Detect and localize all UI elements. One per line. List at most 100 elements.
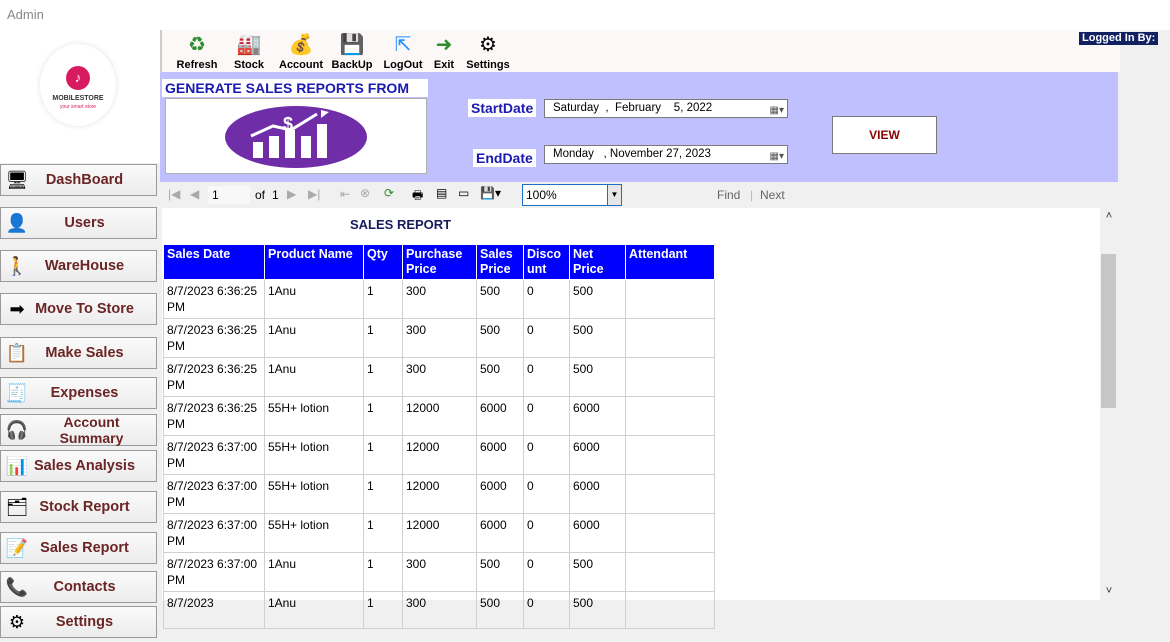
sidebar-item-make-sales[interactable]: 📋 Make Sales: [0, 337, 157, 369]
exit-button[interactable]: ➜ Exit: [429, 32, 459, 71]
sidebar-item-sales-report[interactable]: 📝 Sales Report: [0, 532, 157, 564]
logout-button[interactable]: ⇱ LogOut: [382, 32, 424, 71]
column-header: Sales Date: [163, 244, 265, 280]
sidebar-item-stock-report[interactable]: 🗂 Stock Report: [0, 491, 157, 523]
sidebar-item-label: Settings: [55, 614, 114, 630]
table-cell: 500: [476, 318, 524, 358]
next-page-icon[interactable]: ▶: [287, 187, 296, 201]
table-cell: 1Anu: [264, 279, 364, 319]
sales-report-icon: 📝: [5, 537, 29, 558]
last-page-icon[interactable]: ▶|: [308, 187, 320, 201]
sidebar-item-settings[interactable]: ⚙ Settings: [0, 606, 157, 638]
refresh-report-icon[interactable]: ⟳: [384, 186, 394, 200]
report-viewer-toolbar: [162, 182, 1118, 208]
table-cell: 8/7/2023 6:36:25 PM: [163, 396, 265, 436]
table-row: 8/7/2023 6:37:00 PM 55H+ lotion 1 12000 6000…: [163, 435, 715, 475]
backup-button[interactable]: 💾 BackUp: [331, 32, 373, 71]
view-button[interactable]: VIEW: [832, 116, 937, 154]
column-header: Purchase Price: [402, 244, 477, 280]
table-cell: 1: [363, 591, 403, 629]
start-date-picker[interactable]: Saturday , February 5, 2022 ▦▾: [544, 99, 788, 118]
settings-button[interactable]: ⚙ Settings: [466, 32, 510, 71]
sidebar-item-sales-analysis[interactable]: 📊 Sales Analysis: [0, 450, 157, 482]
sidebar-item-label: WareHouse: [44, 258, 125, 274]
table-cell: 0: [523, 435, 570, 475]
table-cell: 500: [569, 279, 626, 319]
sidebar-item-label: Users: [64, 215, 105, 231]
export-icon[interactable]: 💾▾: [480, 186, 501, 200]
stock-button[interactable]: 🏭 Stock: [229, 32, 269, 71]
table-cell: 500: [476, 591, 524, 629]
page-number-input[interactable]: 1: [208, 186, 250, 204]
sidebar-item-label: Move To Store: [35, 301, 134, 317]
table-cell: 6000: [476, 513, 524, 553]
table-cell: 0: [523, 396, 570, 436]
sidebar-item-contacts[interactable]: 📞 Contacts: [0, 571, 157, 603]
sidebar-item-label: Contacts: [53, 579, 116, 595]
warehouse-icon: 🚶: [5, 255, 29, 276]
calendar-dropdown-icon[interactable]: ▦▾: [770, 102, 784, 119]
table-cell: [625, 474, 715, 514]
table-cell: [625, 435, 715, 475]
column-header: Net Price: [569, 244, 626, 280]
page-setup-icon[interactable]: ▭: [458, 186, 469, 200]
table-cell: 0: [523, 591, 570, 629]
stop-icon[interactable]: ⊗: [360, 186, 370, 200]
first-page-icon[interactable]: |◀: [168, 187, 180, 201]
sidebar-item-warehouse[interactable]: 🚶 WareHouse: [0, 250, 157, 282]
table-cell: 300: [402, 357, 477, 397]
back-icon[interactable]: ⇤: [340, 187, 350, 201]
sidebar-item-move-to-store[interactable]: ➡ Move To Store: [0, 293, 157, 325]
table-header-row: Sales Date Product Name Qty Purchase Pri…: [163, 244, 715, 280]
sidebar-item-label: Make Sales: [45, 345, 124, 361]
title-bar: [0, 0, 1170, 30]
calendar-dropdown-icon[interactable]: ▦▾: [770, 148, 784, 165]
table-row: 8/7/2023 6:36:25 PM 55H+ lotion 1 12000 6000…: [163, 396, 715, 436]
sidebar-item-users[interactable]: 👤 Users: [0, 207, 157, 239]
table-row: 8/7/2023 6:37:00 PM 55H+ lotion 1 12000 6000…: [163, 513, 715, 553]
sales-growth-icon: $: [225, 106, 367, 168]
report-title: SALES REPORT: [350, 217, 452, 232]
window-title: Admin: [7, 7, 44, 22]
table-cell: 12000: [402, 474, 477, 514]
table-cell: 300: [402, 591, 477, 629]
table-cell: [625, 396, 715, 436]
scroll-up-icon[interactable]: ˄: [1100, 210, 1118, 222]
table-cell: 12000: [402, 435, 477, 475]
expenses-icon: 🧾: [5, 382, 29, 403]
zoom-dropdown-icon[interactable]: ▼: [607, 185, 621, 205]
sidebar-item-dashboard[interactable]: 🖥 DashBoard: [0, 164, 157, 196]
next-link[interactable]: Next: [760, 188, 785, 202]
table-cell: 1: [363, 435, 403, 475]
of-label: of: [255, 188, 266, 202]
column-header: Sales Price: [476, 244, 524, 280]
column-header: Attendant: [625, 244, 715, 280]
table-cell: [625, 357, 715, 397]
table-cell: 6000: [476, 435, 524, 475]
refresh-button[interactable]: ♻ Refresh: [174, 32, 220, 71]
sidebar-item-account-summary[interactable]: 🎧 Account Summary: [0, 414, 157, 446]
table-cell: 8/7/2023 6:36:25 PM: [163, 357, 265, 397]
print-layout-icon[interactable]: ▤: [436, 186, 447, 200]
column-header: Qty: [363, 244, 403, 280]
account-button[interactable]: 💰 Account: [278, 32, 324, 71]
move-to-store-icon: ➡: [9, 298, 25, 319]
table-row: 8/7/2023 6:37:00 PM 55H+ lotion 1 12000 6000…: [163, 474, 715, 514]
sidebar-item-expenses[interactable]: 🧾 Expenses: [0, 377, 157, 409]
end-date-picker[interactable]: Monday , November 27, 2023 ▦▾: [544, 145, 788, 164]
table-cell: 8/7/2023 6:36:25 PM: [163, 318, 265, 358]
table-cell: 0: [523, 318, 570, 358]
total-pages: 1: [272, 188, 279, 202]
table-cell: [625, 318, 715, 358]
table-cell: 6000: [476, 396, 524, 436]
find-link[interactable]: Find: [717, 188, 740, 202]
scrollbar-thumb[interactable]: [1101, 254, 1116, 408]
scroll-down-icon[interactable]: ˅: [1100, 585, 1118, 597]
table-cell: 1: [363, 318, 403, 358]
account-summary-icon: 🎧: [5, 419, 29, 440]
print-icon[interactable]: 🖶: [412, 186, 423, 207]
previous-page-icon[interactable]: ◀: [190, 187, 199, 201]
zoom-select[interactable]: 100% ▼: [522, 184, 622, 206]
table-cell: 1Anu: [264, 318, 364, 358]
table-row: 8/7/2023 1Anu 1 300 500 0 500: [163, 591, 715, 629]
